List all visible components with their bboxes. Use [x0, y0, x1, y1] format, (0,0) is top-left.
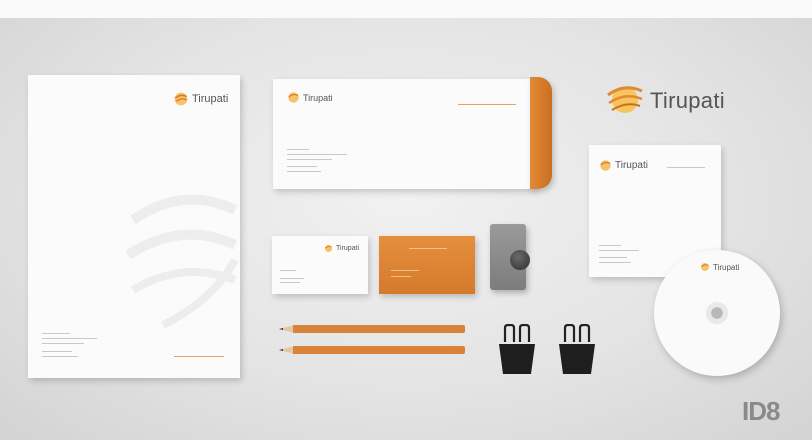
tirupati-swirl-logo-icon: [324, 244, 333, 253]
compliment-slip-line: [599, 245, 621, 246]
compliment-slip-line: [667, 167, 705, 168]
compliment-slip-line: [599, 257, 627, 258]
letterhead-address-line: [42, 356, 78, 357]
cd-logo: Tirupati: [700, 262, 739, 272]
business-card-logo: Tirupati: [324, 244, 359, 253]
brand-name-heading: Tirupati: [650, 88, 725, 113]
letterhead-logo: Tirupati: [173, 91, 228, 107]
letterhead-address-line: [42, 338, 97, 339]
envelope-accent-line: [458, 104, 516, 105]
cd-brand-name: Tirupati: [713, 262, 740, 272]
business-card-line: [280, 270, 296, 271]
pencil: [279, 325, 465, 333]
compliment-slip-brand-name: Tirupati: [615, 160, 648, 171]
tirupati-swirl-logo-icon: [600, 160, 611, 171]
letterhead-watermark-icon: [125, 194, 238, 329]
envelope-logo: Tirupati: [287, 91, 333, 104]
tirupati-swirl-logo-icon: [701, 263, 709, 271]
letterhead-address-line: [42, 333, 70, 334]
business-card-front: Tirupati: [272, 236, 368, 294]
binder-clip-icon: [559, 324, 595, 374]
binder-clip-icon: [499, 324, 535, 374]
stationery-mockup-scene: Tirupati Tirupati Tirupati Tirupati Tiru…: [0, 0, 812, 440]
business-card-brand-name: Tirupati: [336, 245, 360, 252]
tirupati-swirl-logo-icon: [288, 92, 299, 103]
envelope: Tirupati: [273, 79, 535, 189]
envelope-brand-name: Tirupati: [303, 92, 333, 103]
top-margin: [0, 0, 812, 18]
letterhead-brand-name: Tirupati: [192, 93, 229, 105]
business-card-line: [280, 282, 300, 283]
stamp-handle: [510, 250, 530, 270]
pencil: [279, 346, 465, 354]
letterhead-footer-accent: [174, 356, 224, 357]
envelope-address-line: [287, 154, 347, 155]
letterhead: Tirupati: [28, 75, 240, 378]
letterhead-address-line: [42, 351, 72, 352]
envelope-address-line: [287, 149, 309, 150]
tirupati-swirl-logo-icon: [607, 86, 643, 113]
compliment-slip-line: [599, 250, 639, 251]
business-card-line: [280, 278, 304, 279]
cd-disc: Tirupati: [654, 250, 780, 376]
business-card-back: [379, 236, 475, 294]
letterhead-address-line: [42, 343, 84, 344]
envelope-address-line: [287, 171, 321, 172]
tirupati-swirl-logo-icon: [174, 92, 188, 106]
envelope-flap: [530, 77, 552, 189]
corner-watermark-logo: ID8: [742, 396, 780, 426]
envelope-address-line: [287, 166, 317, 167]
compliment-slip-logo: Tirupati: [599, 159, 648, 172]
compliment-slip-line: [599, 262, 631, 263]
envelope-address-line: [287, 159, 332, 160]
